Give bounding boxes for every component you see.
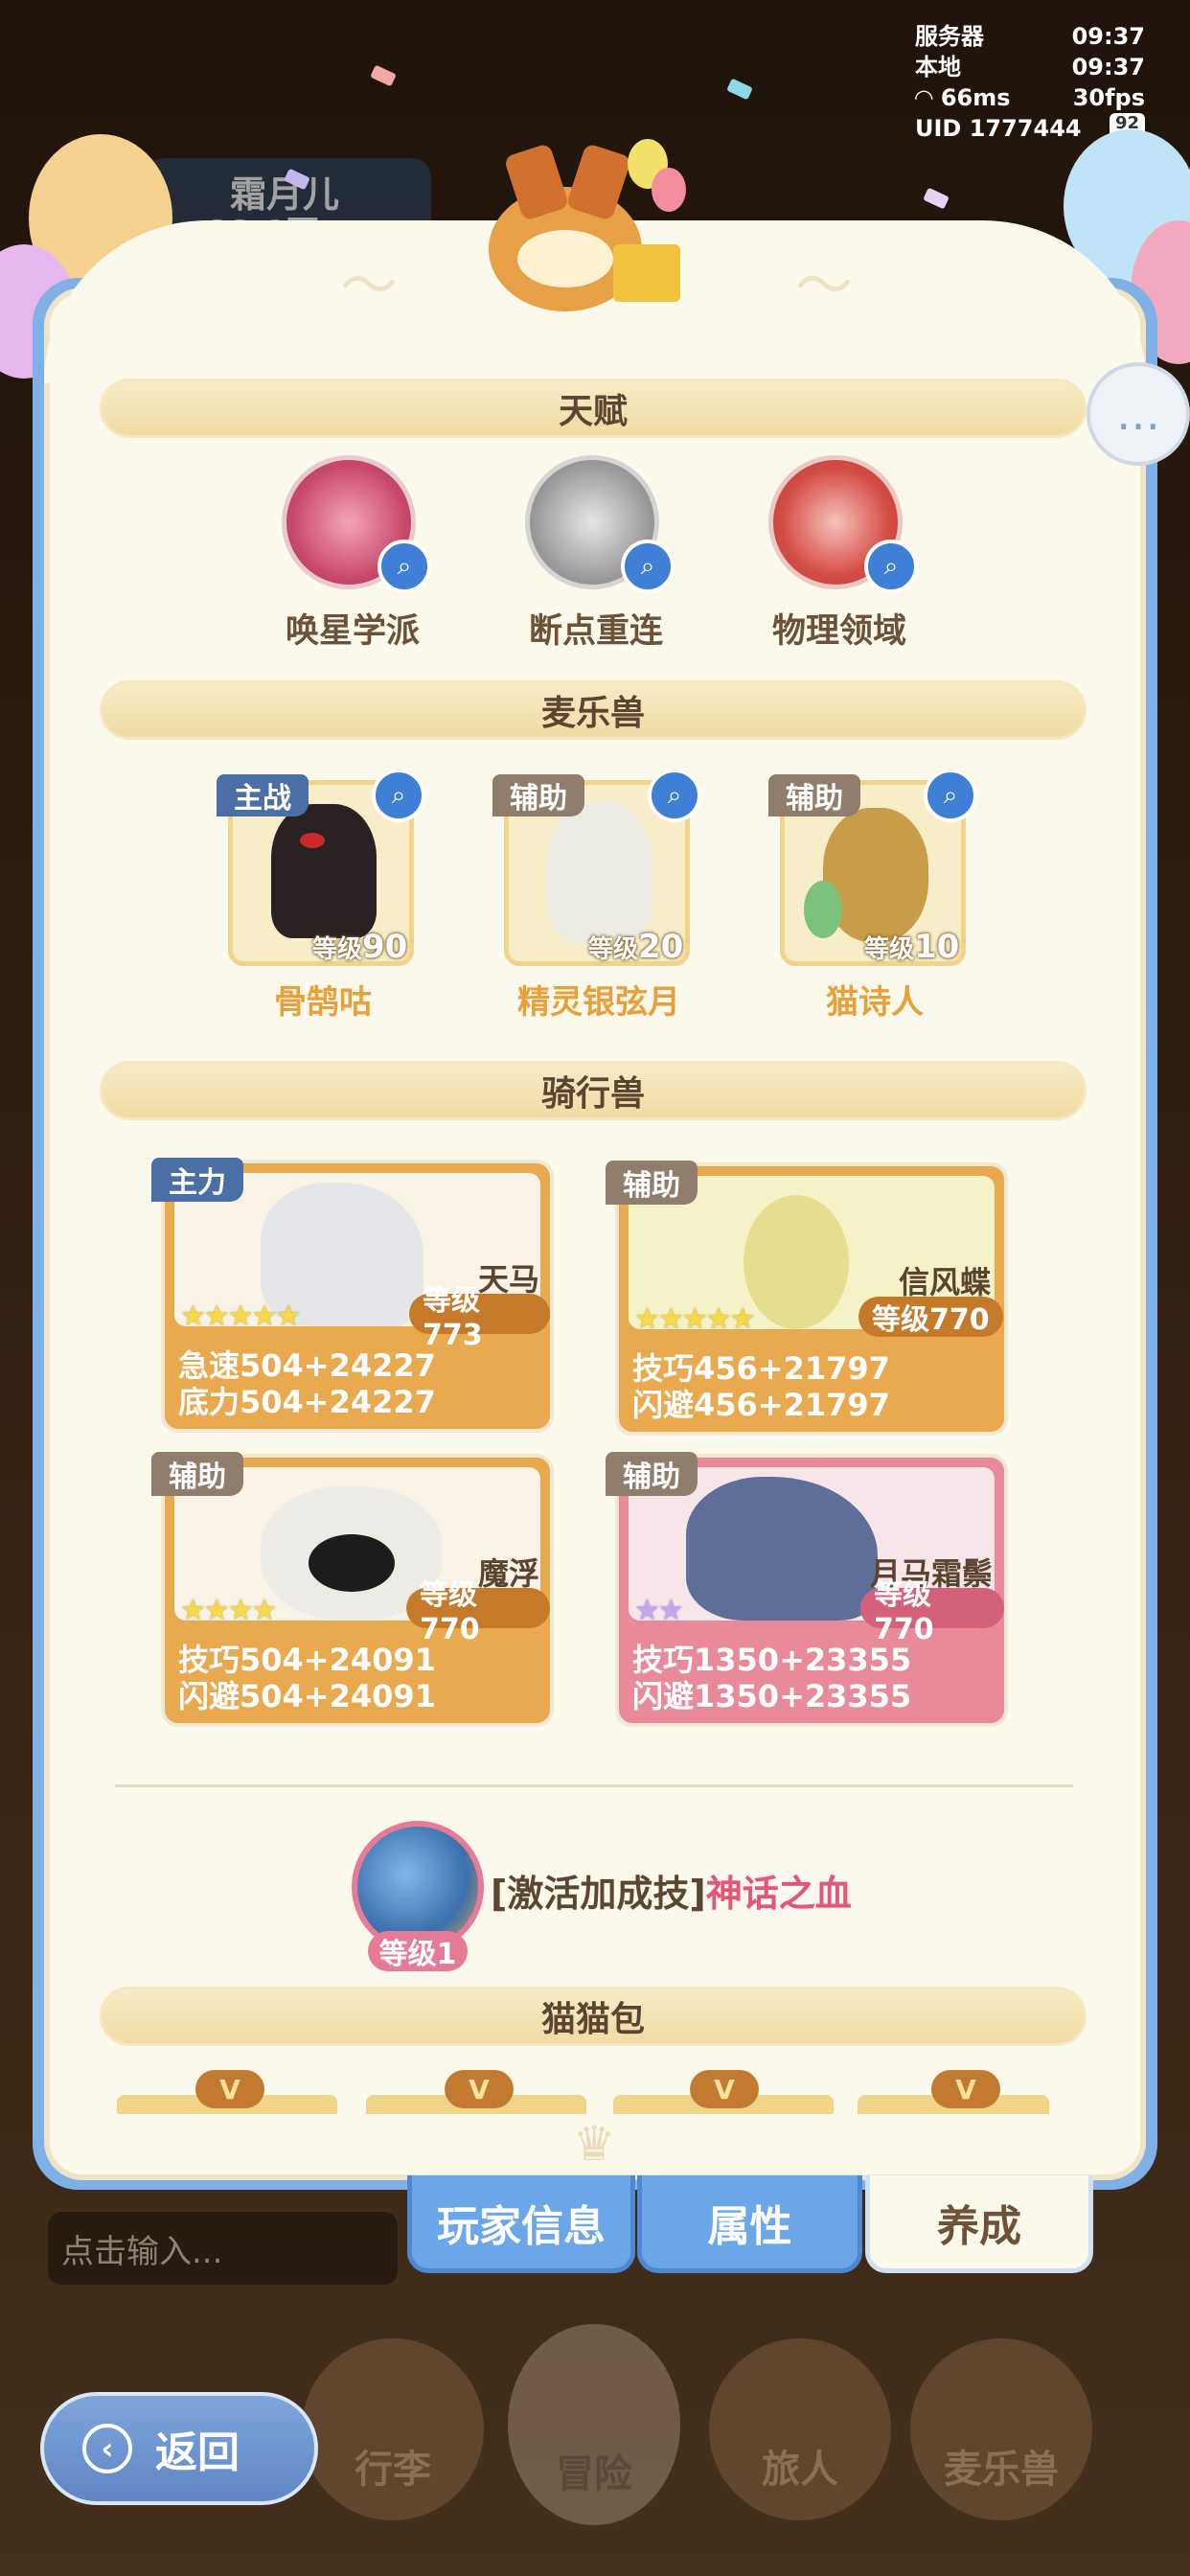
vip-badge: V [690,2070,759,2108]
back-label: 返回 [155,2428,240,2477]
mount-level: 等级770 [858,1297,1003,1337]
uid-text: UID 1777444 [915,115,1082,142]
mount-stars: ★★★★★ [180,1300,301,1333]
pet-level: 10 [914,928,960,966]
tab-attributes[interactable]: 属性 [637,2175,862,2273]
wifi-icon: ◠ [915,84,933,111]
search-icon[interactable]: ⌕ [648,769,701,822]
bonus-skill-label: [激活加成技]神话之血 [491,1864,852,1917]
talent-label: 断点重连 [528,612,663,651]
mount-stat-2: 闪避456+21797 [632,1387,890,1423]
talent-item-2[interactable]: ⌕ 断点重连 [481,455,711,656]
mount-stars: ★★★★★ [634,1302,755,1336]
pet-level-prefix: 等级 [864,935,915,964]
nav-label: 行李 [355,2448,431,2492]
nav-traveler[interactable]: 旅人 [709,2338,891,2520]
search-icon[interactable]: ⌕ [378,540,431,593]
chat-icon: … [1116,388,1160,440]
fps-value: 30fps [1072,84,1145,111]
server-label: 服务器 [915,23,984,50]
mount-stat-2: 底力504+24227 [178,1384,436,1420]
local-label: 本地 [915,54,961,80]
pet-level: 20 [638,928,684,966]
mounts-title: 骑行兽 [540,1074,645,1114]
server-time: 09:37 [1071,23,1145,50]
nav-adventure[interactable]: 冒险 [508,2324,680,2525]
talent-item-3[interactable]: ⌕ 物理领域 [724,455,954,656]
cat-bag-section-header: 猫猫包 [100,1987,1087,2046]
bonus-skill-name: 神话之血 [705,1873,852,1915]
nav-label: 冒险 [556,2452,632,2496]
nav-luggage[interactable]: 行李 [302,2338,484,2520]
mount-role-tag: 辅助 [151,1452,243,1496]
talent-item-1[interactable]: ⌕ 唤星学派 [238,455,468,656]
pet-name: 骨鹄咕 [274,983,372,1022]
search-icon[interactable]: ⌕ [621,540,675,593]
pet-name: 猫诗人 [826,983,924,1022]
mount-stars: ★★★★ [180,1594,278,1627]
cat-bag-title: 猫猫包 [540,2000,645,2039]
pet-level: 90 [362,928,408,966]
mount-stat-1: 急速504+24227 [178,1347,436,1384]
vip-badge: V [195,2070,264,2108]
nav-label: 旅人 [762,2448,838,2492]
search-icon[interactable]: ⌕ [924,769,977,822]
mount-role-tag: 主力 [151,1158,243,1202]
nav-pets[interactable]: 麦乐兽 [910,2338,1092,2520]
pet-role-tag: 辅助 [768,774,860,816]
pet-name: 精灵银弦月 [517,983,680,1022]
swirl-ornament-icon: 〜 [795,253,853,320]
swirl-ornament-icon: 〜 [340,253,398,320]
talent-section-header: 天赋 [100,379,1087,438]
mount-stat-1: 技巧456+21797 [632,1350,890,1387]
back-button[interactable]: ‹ 返回 [40,2392,318,2505]
cat-ornament-icon: ♛ [572,2116,616,2172]
pet-card-2[interactable]: 辅助 ⌕ 等级20 精灵银弦月 [489,769,709,1033]
bonus-skill-level: 等级1 [368,1931,468,1971]
mount-stat-2: 闪避1350+23355 [632,1678,912,1714]
mount-stat-1: 技巧504+24091 [178,1642,436,1678]
pets-section-header: 麦乐兽 [100,680,1087,740]
tab-player-info[interactable]: 玩家信息 [407,2175,635,2273]
search-icon[interactable]: ⌕ [864,540,918,593]
pet-card-1[interactable]: 主战 ⌕ 等级90 骨鹄咕 [213,769,433,1033]
ping-value: 66ms [940,84,1011,111]
vip-badge: V [445,2070,514,2108]
mount-role-tag: 辅助 [606,1452,698,1496]
mount-level: 等级770 [860,1578,1004,1646]
talent-title: 天赋 [558,392,628,431]
nav-label: 麦乐兽 [944,2448,1059,2492]
chat-input[interactable]: 点击输入... [48,2212,398,2285]
talent-label: 唤星学派 [285,612,420,651]
mount-stat-1: 技巧1350+23355 [632,1642,912,1678]
pets-title: 麦乐兽 [540,694,645,733]
search-icon[interactable]: ⌕ [372,769,425,822]
talent-label: 物理领域 [771,612,906,651]
mount-stat-2: 闪避504+24091 [178,1678,436,1714]
vip-badge: V [931,2070,1000,2108]
mount-level: 等级773 [409,1284,550,1352]
mount-level: 等级770 [406,1578,550,1646]
mount-stars: ★★ [634,1594,684,1627]
pet-card-3[interactable]: 辅助 ⌕ 等级10 猫诗人 [765,769,985,1033]
mounts-section-header: 骑行兽 [100,1061,1087,1120]
mascot-cat-icon [450,129,690,321]
chat-bubble-button[interactable]: … [1087,362,1190,466]
back-arrow-icon: ‹ [82,2424,132,2473]
mount-role-tag: 辅助 [606,1161,698,1205]
pet-role-tag: 辅助 [492,774,584,816]
pet-role-tag: 主战 [217,774,309,816]
status-overlay: 服务器 09:37 本地 09:37 ◠ 66ms 30fps UID 1777444… [915,21,1145,144]
tab-cultivation[interactable]: 养成 [865,2175,1093,2273]
local-time: 09:37 [1071,54,1145,80]
divider [115,1784,1073,1787]
bonus-skill-prefix: [激活加成技] [491,1873,706,1915]
pet-level-prefix: 等级 [312,935,363,964]
pet-level-prefix: 等级 [588,935,639,964]
